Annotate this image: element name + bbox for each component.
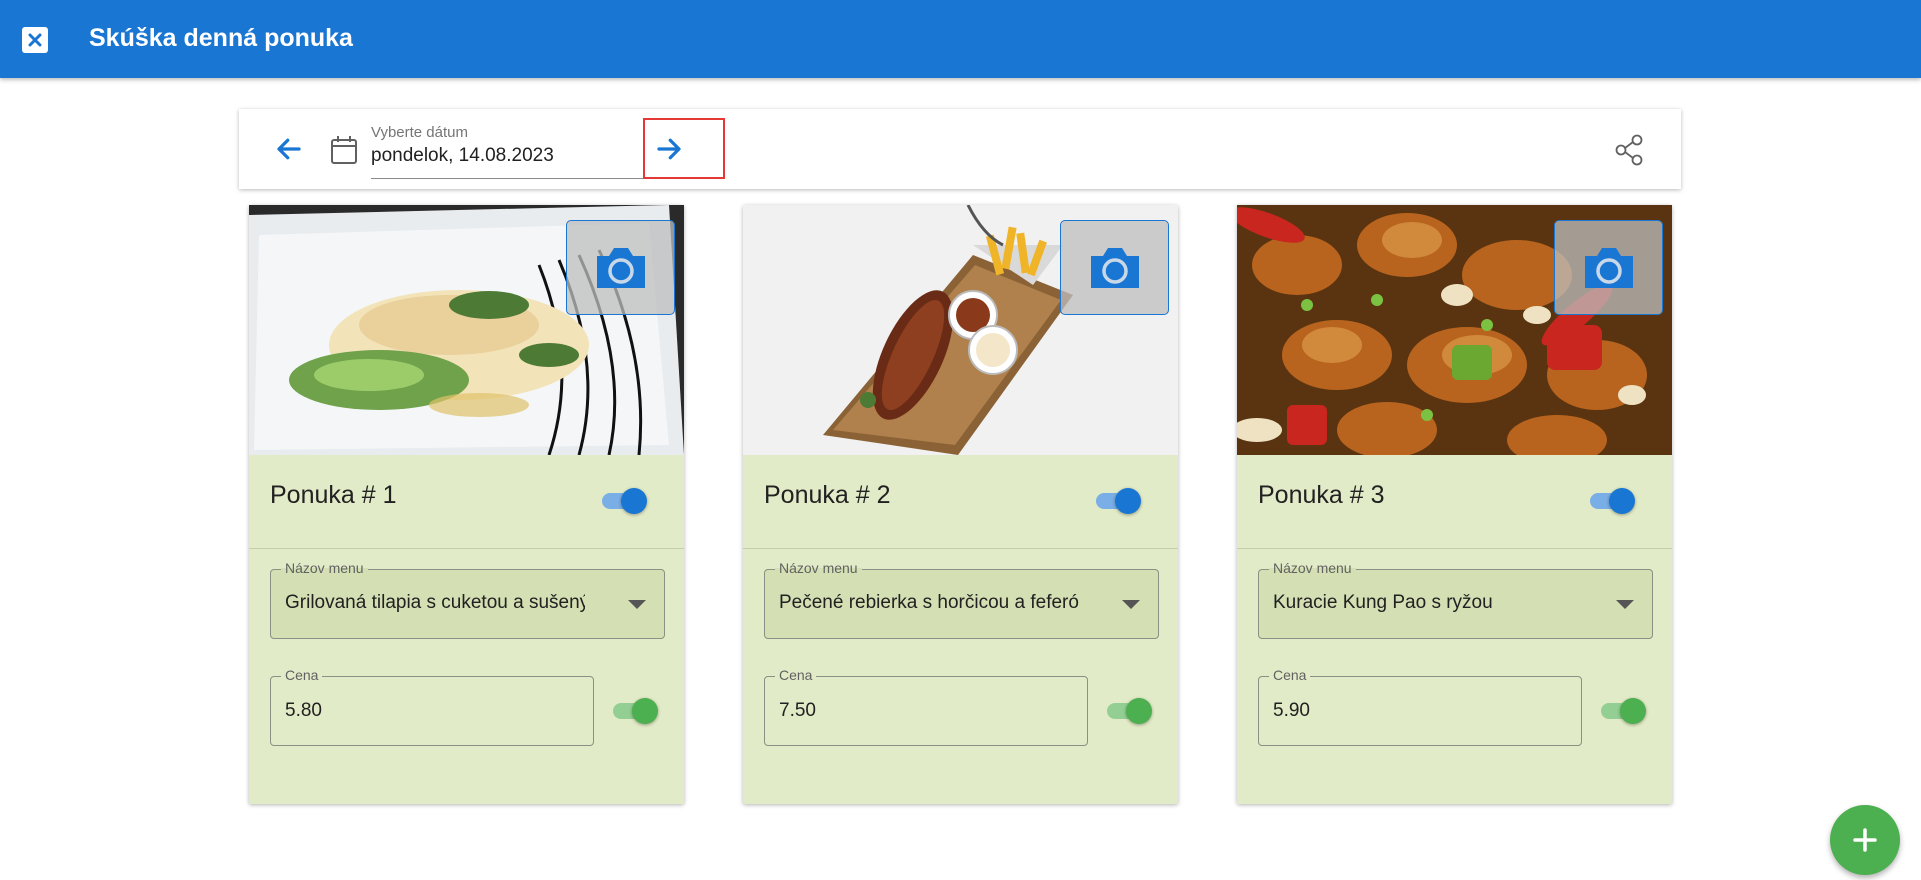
menu-name-select[interactable]: Názov menu Pečené rebierka s horčicou a …	[764, 560, 1159, 639]
price-value: 5.90	[1273, 700, 1310, 721]
add-offer-button[interactable]	[1830, 805, 1900, 875]
price-field[interactable]: Cena 7.50	[764, 667, 1088, 746]
menu-name-select[interactable]: Názov menu Kuracie Kung Pao s ryžou	[1258, 560, 1653, 639]
price-label: Cena	[281, 667, 323, 683]
arrow-left-icon	[277, 138, 301, 160]
price-field[interactable]: Cena 5.90	[1258, 667, 1582, 746]
date-picker-field[interactable]: Vyberte dátum pondelok, 14.08.2023	[371, 115, 643, 179]
divider	[249, 548, 684, 549]
plus-icon	[1853, 828, 1877, 852]
chevron-down-icon	[1616, 600, 1634, 609]
camera-icon	[596, 247, 645, 288]
close-icon	[28, 33, 42, 47]
share-button[interactable]	[1607, 128, 1651, 172]
dish-photo	[1237, 205, 1672, 455]
offer-title: Ponuka # 2	[764, 481, 891, 509]
offer-card: Ponuka # 3 Názov menu Kuracie Kung Pao s…	[1237, 205, 1672, 804]
close-button[interactable]	[22, 27, 48, 53]
price-active-toggle[interactable]	[1105, 695, 1155, 725]
menu-name-label: Názov menu	[775, 560, 862, 576]
chevron-down-icon	[628, 600, 646, 609]
price-value: 5.80	[285, 700, 322, 721]
date-value: pondelok, 14.08.2023	[371, 145, 554, 166]
app-title: Skúška denná ponuka	[89, 24, 353, 52]
share-icon	[1615, 134, 1643, 166]
price-label: Cena	[1269, 667, 1311, 683]
dish-photo	[249, 205, 684, 455]
offer-active-toggle[interactable]	[1094, 485, 1144, 515]
divider	[1237, 548, 1672, 549]
price-label: Cena	[775, 667, 817, 683]
camera-icon	[1584, 247, 1633, 288]
offer-active-toggle[interactable]	[1588, 485, 1638, 515]
next-day-button[interactable]	[645, 125, 693, 173]
app-bar: Skúška denná ponuka	[0, 0, 1921, 78]
previous-day-button[interactable]	[265, 125, 313, 173]
date-label: Vyberte dátum	[371, 124, 468, 141]
change-photo-button[interactable]	[1060, 220, 1169, 315]
menu-name-value: Pečené rebierka s horčicou a feferónkou	[779, 592, 1079, 613]
calendar-icon	[331, 136, 357, 164]
menu-name-value: Grilovaná tilapia s cuketou a sušenými p…	[285, 592, 585, 613]
menu-name-select[interactable]: Názov menu Grilovaná tilapia s cuketou a…	[270, 560, 665, 639]
change-photo-button[interactable]	[566, 220, 675, 315]
menu-name-label: Názov menu	[281, 560, 368, 576]
date-toolbar: Vyberte dátum pondelok, 14.08.2023	[239, 109, 1681, 189]
arrow-right-icon	[657, 138, 681, 160]
offer-active-toggle[interactable]	[600, 485, 650, 515]
change-photo-button[interactable]	[1554, 220, 1663, 315]
offer-card: Ponuka # 2 Názov menu Pečené rebierka s …	[743, 205, 1178, 804]
dish-photo	[743, 205, 1178, 455]
price-active-toggle[interactable]	[1599, 695, 1649, 725]
chevron-down-icon	[1122, 600, 1140, 609]
menu-name-label: Názov menu	[1269, 560, 1356, 576]
price-field[interactable]: Cena 5.80	[270, 667, 594, 746]
offer-card: Ponuka # 1 Názov menu Grilovaná tilapia …	[249, 205, 684, 804]
price-active-toggle[interactable]	[611, 695, 661, 725]
offer-title: Ponuka # 1	[270, 481, 397, 509]
camera-icon	[1090, 247, 1139, 288]
divider	[743, 548, 1178, 549]
offer-title: Ponuka # 3	[1258, 481, 1385, 509]
menu-name-value: Kuracie Kung Pao s ryžou	[1273, 592, 1493, 613]
price-value: 7.50	[779, 700, 816, 721]
